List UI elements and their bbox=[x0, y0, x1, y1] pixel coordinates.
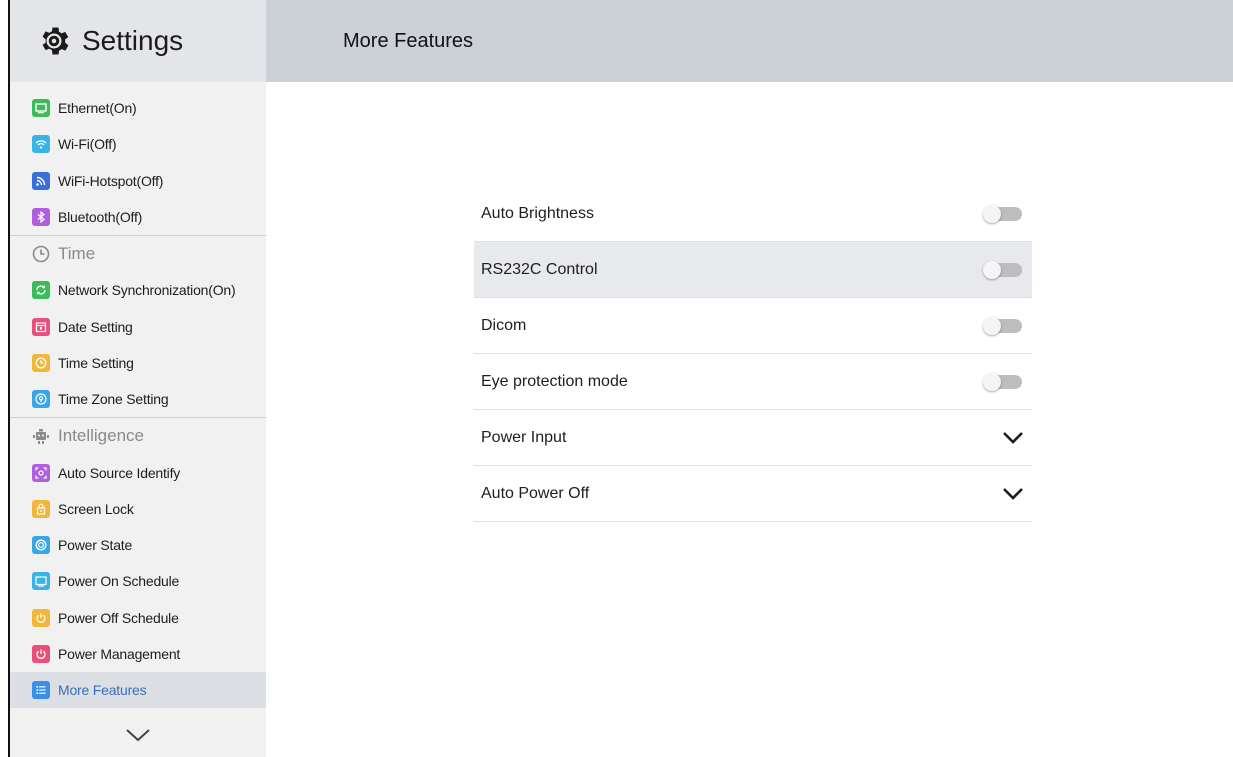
power-state-icon bbox=[32, 536, 50, 555]
row-auto-brightness[interactable]: Auto Brightness bbox=[474, 186, 1032, 242]
scan-icon bbox=[32, 463, 50, 482]
row-auto-power-off[interactable]: Auto Power Off bbox=[474, 466, 1032, 522]
row-label: Eye protection mode bbox=[481, 372, 628, 390]
row-label: Dicom bbox=[481, 316, 527, 334]
row-rs232c-control[interactable]: RS232C Control bbox=[474, 242, 1032, 298]
sidebar-item-label: Screen Lock bbox=[58, 500, 134, 517]
sidebar-item-power-state[interactable]: Power State bbox=[10, 527, 266, 563]
sidebar-item-auto-source[interactable]: Auto Source Identify bbox=[10, 454, 266, 490]
toggle-knob bbox=[983, 372, 1001, 391]
power-off-icon bbox=[32, 608, 50, 627]
sidebar-item-more-features[interactable]: More Features bbox=[10, 672, 266, 709]
scroll-down-button[interactable] bbox=[10, 720, 266, 750]
sidebar-item-network-sync[interactable]: Network Synchronization(On) bbox=[10, 272, 266, 308]
section-label: Intelligence bbox=[58, 426, 145, 446]
auto-brightness-toggle[interactable] bbox=[983, 204, 1022, 223]
rs232c-control-toggle[interactable] bbox=[983, 260, 1022, 279]
sidebar-item-label: More Features bbox=[58, 682, 147, 699]
calendar-icon bbox=[32, 317, 50, 336]
section-label: Time bbox=[58, 244, 96, 264]
sidebar-item-label: Network Synchronization(On) bbox=[58, 282, 236, 299]
sidebar-item-screen-lock[interactable]: Screen Lock bbox=[10, 491, 266, 527]
toggle-knob bbox=[983, 316, 1001, 335]
chevron-down-icon bbox=[126, 729, 150, 742]
sidebar-title: Settings bbox=[82, 25, 184, 56]
sidebar-menu: Ethernet(On) Wi-Fi(Off) WiFi-Hotspot(Off… bbox=[10, 82, 266, 709]
power-icon bbox=[32, 645, 50, 663]
settings-window: Settings Ethernet(On) Wi-Fi(Off) WiFi-Ho… bbox=[0, 0, 1233, 757]
sidebar-item-power-off-schedule[interactable]: Power Off Schedule bbox=[10, 600, 266, 636]
row-label: Auto Brightness bbox=[481, 204, 594, 222]
sidebar-item-date-setting[interactable]: Date Setting bbox=[10, 308, 266, 344]
row-dicom[interactable]: Dicom bbox=[474, 298, 1032, 354]
scroll-top-spacer bbox=[10, 82, 266, 90]
bluetooth-icon bbox=[32, 208, 50, 227]
chevron-down-icon[interactable] bbox=[1002, 487, 1024, 501]
sidebar-item-label: Power On Schedule bbox=[58, 573, 180, 590]
sidebar-item-label: Time Setting bbox=[58, 354, 134, 371]
sidebar-item-label: Time Zone Setting bbox=[58, 391, 169, 408]
sidebar-item-bluetooth[interactable]: Bluetooth(Off) bbox=[10, 199, 266, 235]
toggle-knob bbox=[983, 260, 1001, 279]
robot-icon bbox=[32, 427, 50, 445]
row-label: RS232C Control bbox=[481, 260, 598, 278]
clock-icon bbox=[32, 245, 50, 263]
row-label: Auto Power Off bbox=[481, 484, 590, 502]
sidebar-item-power-on-schedule[interactable]: Power On Schedule bbox=[10, 563, 266, 599]
list-icon bbox=[32, 681, 50, 700]
wifi-icon bbox=[32, 135, 50, 154]
sync-icon bbox=[32, 281, 50, 300]
hotspot-icon bbox=[32, 171, 50, 190]
row-power-input[interactable]: Power Input bbox=[474, 410, 1032, 466]
sidebar-item-label: Wi-Fi(Off) bbox=[58, 136, 117, 153]
sidebar-item-label: Power State bbox=[58, 537, 133, 554]
sidebar-item-label: Power Off Schedule bbox=[58, 609, 179, 626]
sidebar-item-power-management[interactable]: Power Management bbox=[10, 636, 266, 672]
sidebar-item-ethernet[interactable]: Ethernet(On) bbox=[10, 90, 266, 126]
clock-icon bbox=[32, 353, 50, 372]
row-label: Power Input bbox=[481, 428, 567, 446]
sidebar-header: Settings bbox=[10, 0, 266, 82]
toggle-knob bbox=[983, 204, 1001, 223]
page-title: More Features bbox=[343, 29, 474, 52]
row-eye-protection[interactable]: Eye protection mode bbox=[474, 354, 1032, 410]
chevron-down-icon[interactable] bbox=[1002, 431, 1024, 445]
monitor-icon bbox=[32, 572, 50, 591]
dicom-toggle[interactable] bbox=[983, 316, 1022, 335]
sidebar-item-wifi[interactable]: Wi-Fi(Off) bbox=[10, 126, 266, 162]
section-intelligence: Intelligence bbox=[10, 417, 266, 454]
gear-icon bbox=[42, 27, 69, 55]
sidebar-item-label: Auto Source Identify bbox=[58, 464, 181, 481]
sidebar-item-label: Date Setting bbox=[58, 318, 133, 335]
ethernet-icon bbox=[32, 99, 50, 118]
sidebar-item-label: WiFi-Hotspot(Off) bbox=[58, 172, 164, 189]
lock-icon bbox=[32, 499, 50, 518]
page-header: More Features bbox=[266, 0, 1233, 82]
sidebar-item-time-setting[interactable]: Time Setting bbox=[10, 345, 266, 381]
sidebar: Settings Ethernet(On) Wi-Fi(Off) WiFi-Ho… bbox=[10, 0, 266, 757]
section-time: Time bbox=[10, 235, 266, 272]
sidebar-item-wifi-hotspot[interactable]: WiFi-Hotspot(Off) bbox=[10, 163, 266, 199]
sidebar-item-label: Power Management bbox=[58, 646, 181, 662]
location-icon bbox=[32, 390, 50, 409]
sidebar-item-time-zone[interactable]: Time Zone Setting bbox=[10, 381, 266, 417]
sidebar-item-label: Bluetooth(Off) bbox=[58, 209, 143, 226]
eye-protection-toggle[interactable] bbox=[983, 372, 1022, 391]
sidebar-item-label: Ethernet(On) bbox=[58, 100, 137, 117]
features-list: Auto Brightness RS232C Control Dicom Eye… bbox=[474, 186, 1032, 522]
